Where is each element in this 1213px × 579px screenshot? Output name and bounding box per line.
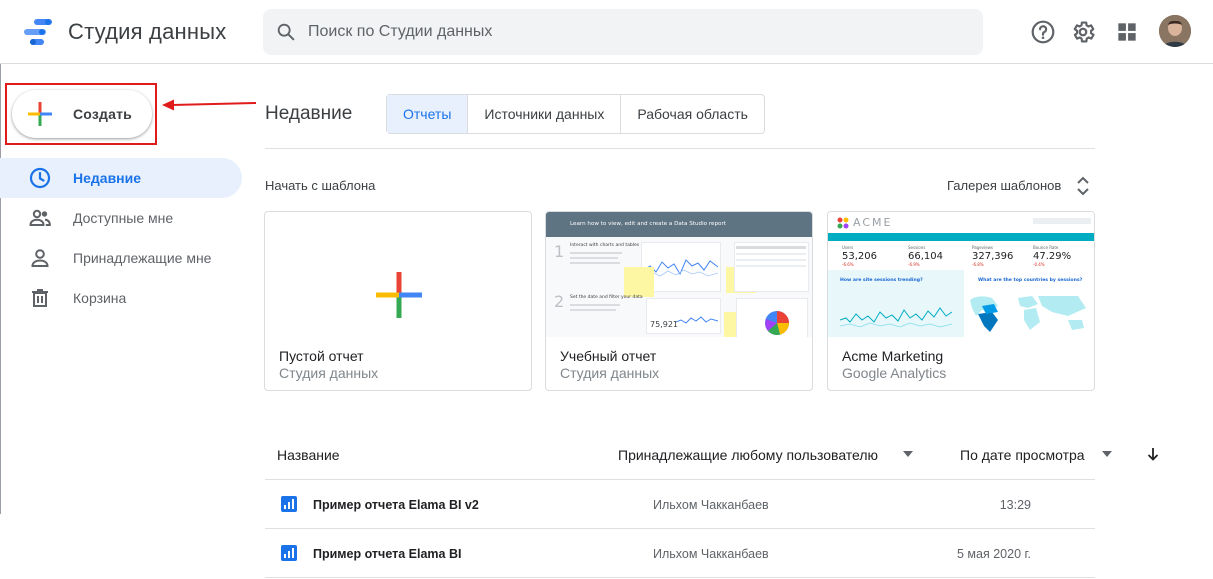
sidebar-item-label: Принадлежащие мне	[73, 250, 212, 266]
template-card-blank[interactable]: Пустой отчет Студия данных	[264, 211, 532, 391]
template-gallery-link[interactable]: Галерея шаблонов	[947, 178, 1061, 193]
sidebar-item-recent[interactable]: Недавние	[0, 158, 242, 198]
kpi-label: Bounce Rate	[1033, 245, 1059, 250]
report-date: 5 мая 2020 г.	[957, 547, 1031, 561]
app-title[interactable]: Студия данных	[68, 19, 226, 45]
chart-question-1: How are site sessions trending?	[840, 278, 923, 283]
acme-logo-icon	[837, 217, 849, 229]
apps-grid-icon[interactable]	[1114, 19, 1140, 45]
sidebar-item-shared[interactable]: Доступные мне	[0, 198, 242, 238]
step1-text: Interact with charts and tables	[570, 243, 640, 248]
kpi-value: 53,206	[842, 251, 877, 262]
sparkline-icon	[676, 316, 718, 324]
owner-filter-dropdown[interactable]: Принадлежащие любому пользователю	[618, 447, 878, 463]
acme-brand: ACME	[853, 216, 893, 229]
chevron-down-icon[interactable]	[1102, 451, 1112, 457]
chevron-down-icon[interactable]	[903, 451, 913, 457]
kpi-delta: -0.4%	[1033, 262, 1045, 267]
kpi-value: 47.29%	[1033, 251, 1072, 262]
tab-workspace[interactable]: Рабочая область	[621, 95, 764, 133]
table-row[interactable]: Пример отчета Elama BI Ильхом Чакканбаев…	[265, 530, 1095, 578]
create-button-label: Создать	[73, 106, 132, 122]
section-divider	[265, 148, 1095, 149]
tutorial-thumbnail: Learn how to view, edit and create a Dat…	[546, 212, 812, 337]
line-chart-icon	[644, 259, 718, 277]
world-map-icon	[970, 296, 1086, 332]
report-name[interactable]: Пример отчета Elama BI v2	[313, 498, 479, 512]
step-number: 2	[554, 292, 565, 311]
report-owner: Ильхом Чакканбаев	[653, 498, 769, 512]
chart-question-2: What are the top countries by sessions?	[978, 278, 1083, 283]
kpi-label: Sessions	[908, 245, 926, 250]
step-number: 1	[554, 242, 565, 261]
template-title: Учебный отчет	[560, 348, 657, 364]
expand-collapse-icon[interactable]	[1076, 175, 1090, 197]
row-divider	[265, 479, 1095, 480]
sidebar-item-owned[interactable]: Принадлежащие мне	[0, 238, 242, 278]
page-title: Недавние	[265, 103, 353, 124]
data-studio-logo-icon[interactable]	[22, 18, 54, 46]
report-name[interactable]: Пример отчета Elama BI	[313, 547, 461, 561]
acme-thumbnail: ACME Users 53,206 -6.6% Sessions 66,104 …	[828, 212, 1094, 337]
trash-icon	[32, 289, 48, 307]
settings-icon[interactable]	[1070, 19, 1096, 45]
plus-icon	[376, 272, 422, 318]
template-card-acme-marketing[interactable]: ACME Users 53,206 -6.6% Sessions 66,104 …	[827, 211, 1095, 391]
sidebar-item-label: Недавние	[73, 170, 142, 186]
search-icon	[277, 23, 295, 41]
row-divider	[265, 528, 1095, 529]
create-button[interactable]: Создать	[12, 90, 152, 138]
template-subtitle: Google Analytics	[842, 365, 947, 381]
help-icon[interactable]	[1030, 19, 1056, 45]
tab-reports[interactable]: Отчеты	[387, 95, 469, 133]
people-icon	[29, 209, 51, 226]
sessions-trend-chart-icon	[840, 307, 953, 328]
kpi-delta: -6.9%	[908, 262, 920, 267]
tutorial-metric: 75,921	[650, 320, 678, 329]
report-owner: Ильхом Чакканбаев	[653, 547, 769, 561]
template-subtitle: Студия данных	[279, 365, 379, 381]
kpi-value: 66,104	[908, 251, 943, 262]
report-icon	[281, 545, 297, 561]
column-header-name[interactable]: Название	[277, 447, 340, 463]
tutorial-banner-text: Learn how to view, edit and create a Dat…	[570, 221, 726, 227]
kpi-delta: -6.8%	[972, 262, 984, 267]
avatar-photo-icon	[1159, 15, 1191, 47]
plus-icon	[28, 102, 52, 126]
template-title: Acme Marketing	[842, 348, 944, 364]
row-divider	[265, 577, 1095, 578]
kpi-value: 327,396	[972, 251, 1014, 262]
kpi-delta: -6.6%	[842, 262, 854, 267]
annotation-arrow-icon	[162, 99, 257, 111]
step2-text: Set the date and filter your data	[570, 295, 643, 300]
sidebar-item-label: Доступные мне	[73, 210, 174, 226]
sidebar-item-trash[interactable]: Корзина	[0, 278, 242, 318]
top-app-bar: Студия данных Поиск по Студии данных	[0, 0, 1213, 64]
report-icon	[281, 496, 297, 512]
sort-direction-arrow-icon[interactable]	[1146, 446, 1160, 462]
search-placeholder: Поиск по Студии данных	[308, 23, 493, 40]
sort-order-dropdown[interactable]: По дате просмотра	[960, 447, 1085, 463]
tab-bar: Отчеты Источники данных Рабочая область	[386, 94, 765, 134]
table-row[interactable]: Пример отчета Elama BI v2 Ильхом Чакканб…	[265, 481, 1095, 529]
tab-data-sources[interactable]: Источники данных	[468, 95, 622, 133]
templates-heading: Начать с шаблона	[265, 178, 376, 193]
kpi-label: Users	[842, 245, 854, 250]
report-date: 13:29	[999, 498, 1031, 512]
template-subtitle: Студия данных	[560, 365, 660, 381]
search-input[interactable]: Поиск по Студии данных	[263, 9, 983, 55]
pie-chart-icon	[765, 311, 789, 335]
kpi-label: Pageviews	[972, 245, 993, 250]
person-icon	[31, 249, 49, 267]
account-avatar[interactable]	[1159, 15, 1191, 47]
template-card-tutorial[interactable]: Learn how to view, edit and create a Dat…	[545, 211, 813, 391]
clock-icon	[29, 167, 51, 189]
sidebar-item-label: Корзина	[73, 290, 127, 306]
template-title: Пустой отчет	[279, 348, 364, 364]
